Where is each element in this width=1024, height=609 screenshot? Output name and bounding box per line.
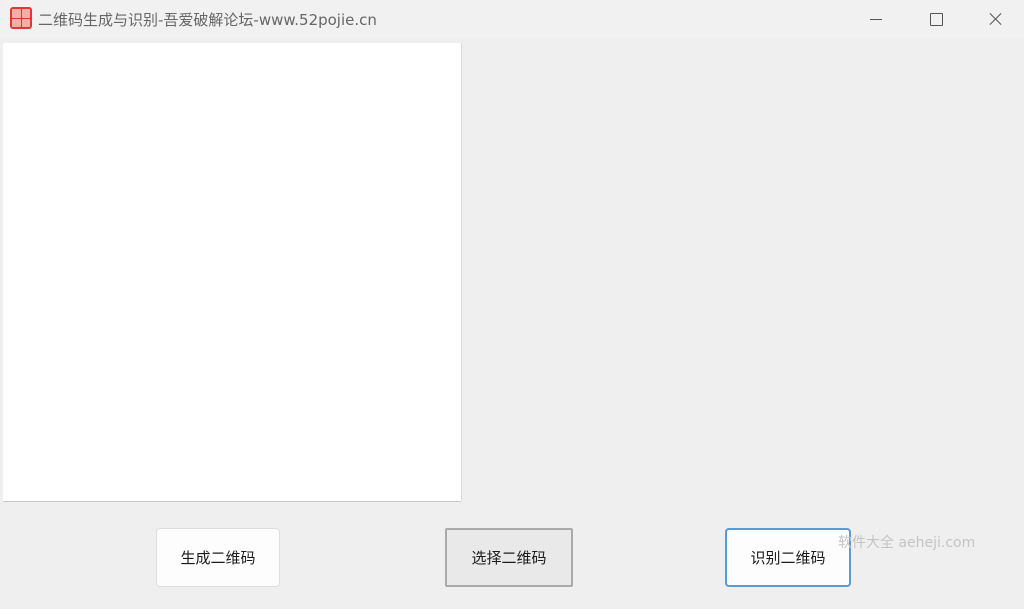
window-title: 二维码生成与识别-吾爱破解论坛-www.52pojie.cn <box>38 11 377 29</box>
app-logo-icon <box>10 7 32 29</box>
close-button[interactable] <box>966 0 1024 38</box>
maximize-button[interactable] <box>906 0 966 38</box>
qr-code-display-panel <box>3 43 461 501</box>
title-bar: 二维码生成与识别-吾爱破解论坛-www.52pojie.cn <box>0 0 1024 38</box>
watermark-text: 软件大全 aeheji.com <box>838 535 976 551</box>
minimize-button[interactable] <box>846 0 906 38</box>
recognize-qr-button[interactable]: 识别二维码 <box>725 528 851 587</box>
select-qr-button[interactable]: 选择二维码 <box>445 528 573 587</box>
generate-qr-button[interactable]: 生成二维码 <box>156 528 280 587</box>
maximize-icon <box>929 12 943 26</box>
minimize-icon <box>870 18 882 20</box>
close-icon <box>989 12 1003 26</box>
